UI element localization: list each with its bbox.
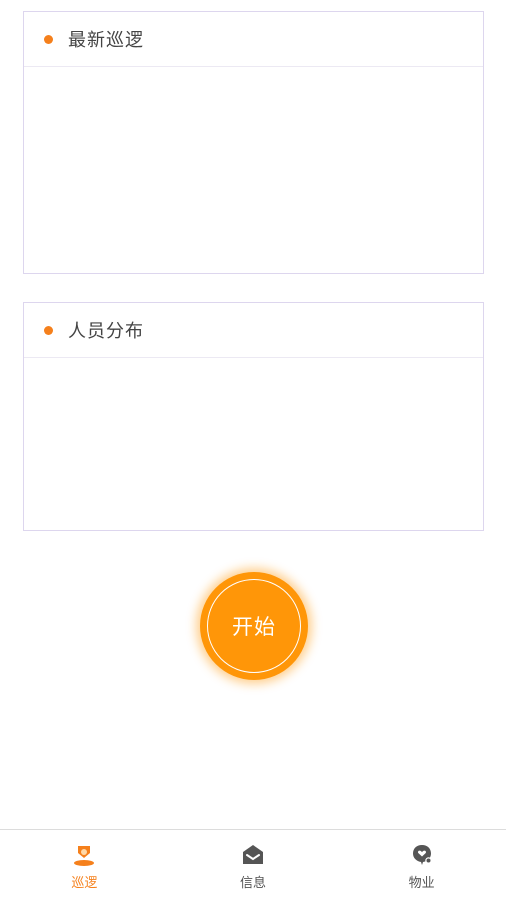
latest-patrol-card: 最新巡逻 — [23, 11, 484, 274]
start-button-ring: 开始 — [207, 579, 301, 673]
tab-message[interactable]: 信息 — [169, 830, 338, 900]
start-button-label: 开始 — [232, 615, 276, 639]
tab-patrol[interactable]: 巡逻 — [0, 830, 169, 900]
latest-patrol-title: 最新巡逻 — [68, 30, 144, 51]
card-header: 最新巡逻 — [24, 12, 483, 67]
tab-patrol-label: 巡逻 — [71, 876, 98, 891]
tab-message-label: 信息 — [240, 876, 267, 891]
staff-distribution-title: 人员分布 — [68, 321, 144, 342]
staff-distribution-card: 人员分布 — [23, 302, 484, 531]
bullet-dot-icon — [44, 325, 53, 335]
start-patrol-button[interactable]: 开始 — [200, 572, 308, 680]
property-icon — [412, 845, 432, 865]
bullet-dot-icon — [44, 34, 53, 44]
bottom-tab-bar: 巡逻 信息 物业 — [0, 829, 506, 900]
message-icon — [243, 845, 263, 864]
tab-property-label: 物业 — [408, 876, 435, 891]
patrol-icon — [74, 846, 95, 866]
card-header: 人员分布 — [24, 303, 483, 358]
tab-property[interactable]: 物业 — [337, 830, 506, 900]
